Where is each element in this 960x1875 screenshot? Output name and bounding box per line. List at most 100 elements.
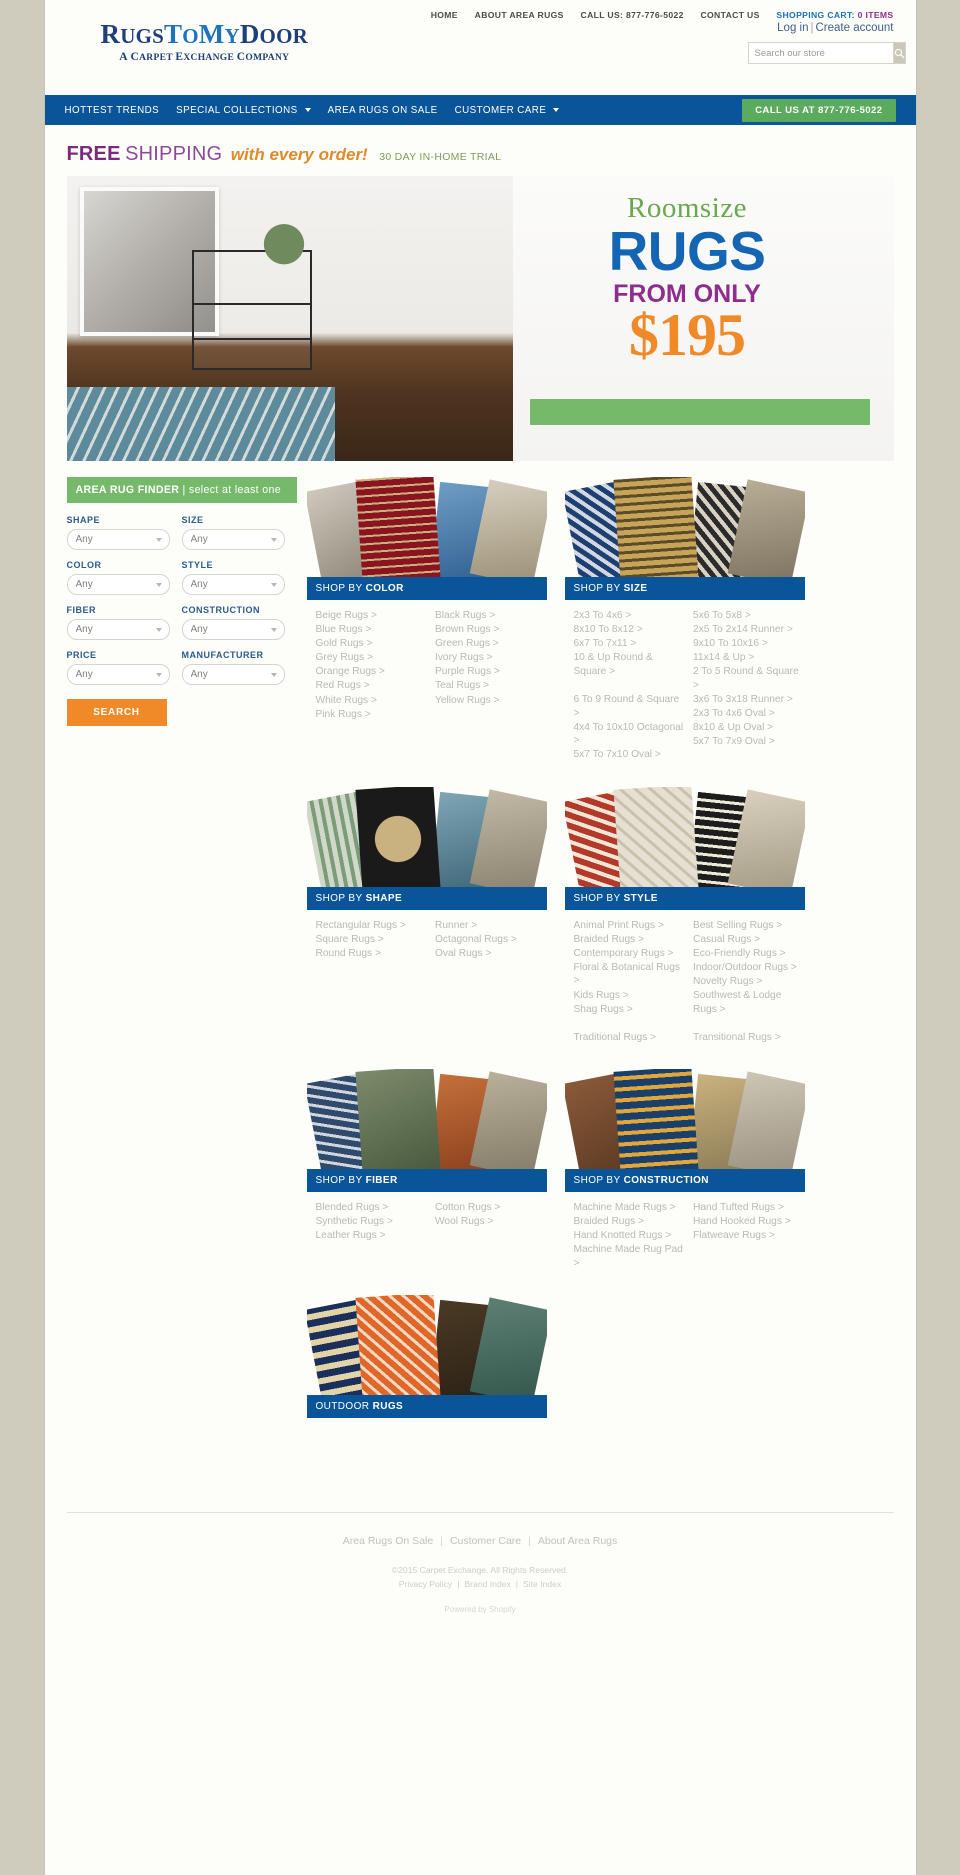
category-link[interactable]: Braided Rugs >	[574, 933, 686, 947]
construction-select[interactable]: Any	[181, 619, 285, 640]
category-link[interactable]: Contemporary Rugs >	[574, 947, 686, 961]
category-card-title[interactable]: SHOP BY CONSTRUCTION	[564, 1168, 805, 1192]
category-link[interactable]: Cotton Rugs >	[435, 1201, 547, 1215]
category-card-title[interactable]: SHOP BY STYLE	[564, 886, 805, 910]
site-logo[interactable]: RUGSTOMYDOOR A CARPET EXCHANGE COMPANY	[101, 21, 309, 64]
price-select[interactable]: Any	[66, 664, 170, 685]
category-link[interactable]: 5x6 To 5x8 >	[693, 609, 805, 623]
category-link[interactable]: Gold Rugs >	[316, 637, 428, 651]
category-link[interactable]: Wool Rugs >	[435, 1215, 547, 1229]
shape-select[interactable]: Any	[66, 529, 170, 550]
category-link[interactable]: 6 To 9 Round & Square >	[574, 693, 686, 720]
category-link[interactable]: Hand Knotted Rugs >	[574, 1229, 686, 1243]
category-link[interactable]: Kids Rugs >	[574, 989, 686, 1003]
category-link[interactable]: 3x6 To 3x18 Runner >	[693, 693, 805, 707]
footer-link-brand-index[interactable]: Brand Index	[464, 1579, 510, 1589]
category-link[interactable]: Casual Rugs >	[693, 933, 805, 947]
category-link[interactable]: 2x5 To 2x14 Runner >	[693, 623, 805, 637]
category-link[interactable]: Square Rugs >	[316, 933, 428, 947]
category-link[interactable]: 9x10 To 10x16 >	[693, 637, 805, 651]
manufacturer-select[interactable]: Any	[181, 664, 285, 685]
category-card-title[interactable]: SHOP BY FIBER	[306, 1168, 547, 1192]
category-link[interactable]: Yellow Rugs >	[435, 694, 547, 708]
header-link-home[interactable]: HOME	[431, 10, 458, 20]
footer-link-site-index[interactable]: Site Index	[523, 1579, 561, 1589]
category-link[interactable]: Machine Made Rugs >	[574, 1201, 686, 1215]
category-link[interactable]: Floral & Botanical Rugs >	[574, 961, 686, 988]
footer-link-area-rugs-on-sale[interactable]: Area Rugs On Sale	[343, 1535, 433, 1547]
call-us-button[interactable]: CALL US AT 877-776-5022	[742, 99, 896, 122]
category-link[interactable]: Synthetic Rugs >	[316, 1215, 428, 1229]
header-link-contact-us[interactable]: CONTACT US	[700, 10, 759, 20]
category-link[interactable]: Best Selling Rugs >	[693, 919, 805, 933]
footer-link-about-area-rugs[interactable]: About Area Rugs	[538, 1535, 617, 1547]
category-link[interactable]: Hand Tufted Rugs >	[693, 1201, 805, 1215]
category-link[interactable]: 5x7 To 7x9 Oval >	[693, 735, 805, 749]
nav-item-hottest-trends[interactable]: HOTTEST TRENDS	[65, 105, 160, 116]
footer-link-privacy-policy[interactable]: Privacy Policy	[399, 1579, 452, 1589]
category-link[interactable]: Round Rugs >	[316, 947, 428, 961]
category-link[interactable]: Animal Print Rugs >	[574, 919, 686, 933]
header-link-call-us[interactable]: CALL US: 877-776-5022	[581, 10, 684, 20]
category-link[interactable]: Blue Rugs >	[316, 623, 428, 637]
nav-item-special-collections[interactable]: SPECIAL COLLECTIONS	[176, 105, 311, 116]
category-link[interactable]: 8x10 & Up Oval >	[693, 721, 805, 735]
category-link[interactable]: Teal Rugs >	[435, 679, 547, 693]
category-link[interactable]: Flatweave Rugs >	[693, 1229, 805, 1243]
login-link[interactable]: Log in	[777, 22, 808, 34]
category-link[interactable]: 8x10 To 8x12 >	[574, 623, 686, 637]
category-link[interactable]: Purple Rugs >	[435, 665, 547, 679]
category-link[interactable]: Runner >	[435, 919, 547, 933]
category-link[interactable]: Transitional Rugs >	[693, 1031, 805, 1045]
category-link[interactable]: Octagonal Rugs >	[435, 933, 547, 947]
category-card-title[interactable]: SHOP BY COLOR	[306, 577, 547, 600]
category-link[interactable]: Green Rugs >	[435, 637, 547, 651]
nav-item-customer-care[interactable]: CUSTOMER CARE	[455, 105, 560, 116]
category-link[interactable]: Machine Made Rug Pad >	[574, 1243, 686, 1270]
nav-item-area-rugs-on-sale[interactable]: AREA RUGS ON SALE	[328, 105, 438, 116]
hero-banner[interactable]: Roomsize RUGS FROM ONLY $195	[66, 176, 894, 461]
category-link[interactable]: Orange Rugs >	[316, 665, 428, 679]
category-link[interactable]: Hand Hooked Rugs >	[693, 1215, 805, 1229]
category-link[interactable]: Traditional Rugs >	[574, 1031, 686, 1045]
category-link[interactable]: Southwest & Lodge Rugs >	[693, 989, 805, 1016]
category-link[interactable]: Brown Rugs >	[435, 623, 547, 637]
footer-link-customer-care[interactable]: Customer Care	[450, 1535, 521, 1547]
fiber-select[interactable]: Any	[66, 619, 170, 640]
category-link[interactable]: White Rugs >	[316, 694, 428, 708]
category-link[interactable]: 2 To 5 Round & Square >	[693, 665, 805, 692]
category-link[interactable]: Ivory Rugs >	[435, 651, 547, 665]
header-link-about-area-rugs[interactable]: ABOUT AREA RUGS	[475, 10, 564, 20]
finder-search-button[interactable]: SEARCH	[66, 699, 167, 726]
category-link[interactable]: 11x14 & Up >	[693, 651, 805, 665]
category-link[interactable]: Braided Rugs >	[574, 1215, 686, 1229]
search-input[interactable]	[747, 42, 894, 64]
create-account-link[interactable]: Create account	[816, 22, 894, 34]
category-link[interactable]: 6x7 To 7x11 >	[574, 637, 686, 651]
category-link[interactable]: Eco-Friendly Rugs >	[693, 947, 805, 961]
category-link[interactable]: Rectangular Rugs >	[316, 919, 428, 933]
category-link[interactable]: Grey Rugs >	[316, 651, 428, 665]
category-link[interactable]: Leather Rugs >	[316, 1229, 428, 1243]
category-link[interactable]: Beige Rugs >	[316, 609, 428, 623]
category-link[interactable]: Pink Rugs >	[316, 708, 428, 722]
search-submit-button[interactable]	[893, 42, 906, 64]
category-link[interactable]: Red Rugs >	[316, 679, 428, 693]
category-link[interactable]: Novelty Rugs >	[693, 975, 805, 989]
category-link[interactable]: 4x4 To 10x10 Octagonal >	[574, 721, 686, 748]
style-select[interactable]: Any	[181, 574, 285, 595]
hero-cta-button[interactable]	[529, 399, 870, 425]
shopping-cart-link[interactable]: SHOPPING CART: 0 ITEMS	[776, 10, 893, 20]
category-card-title[interactable]: SHOP BY SHAPE	[306, 886, 547, 910]
category-link[interactable]: Black Rugs >	[435, 609, 547, 623]
category-card-title[interactable]: OUTDOOR RUGS	[306, 1394, 547, 1418]
category-link[interactable]: Shag Rugs >	[574, 1003, 686, 1017]
category-link[interactable]: 10 & Up Round & Square >	[574, 651, 686, 678]
category-link[interactable]: 2x3 To 4x6 >	[574, 609, 686, 623]
category-link[interactable]: 2x3 To 4x6 Oval >	[693, 707, 805, 721]
category-link[interactable]: Indoor/Outdoor Rugs >	[693, 961, 805, 975]
category-link[interactable]: Oval Rugs >	[435, 947, 547, 961]
color-select[interactable]: Any	[66, 574, 170, 595]
category-link[interactable]: Blended Rugs >	[316, 1201, 428, 1215]
category-card-title[interactable]: SHOP BY SIZE	[564, 577, 805, 600]
